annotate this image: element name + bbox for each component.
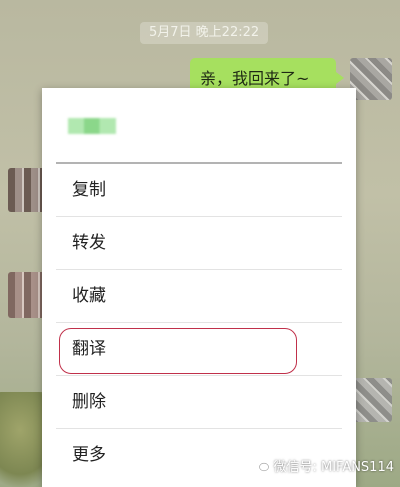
context-menu-header [42, 88, 356, 164]
chat-timestamp: 5月7日 晚上22:22 [140, 22, 269, 44]
menu-item-copy[interactable]: 复制 [56, 164, 342, 217]
wechat-logo-icon [253, 460, 270, 472]
menu-item-forward[interactable]: 转发 [56, 217, 342, 270]
menu-item-delete[interactable]: 删除 [56, 376, 342, 429]
my-avatar[interactable] [350, 58, 392, 100]
watermark: 微信号: MIFANS114 [253, 456, 394, 475]
contact-name-blurred [68, 118, 116, 134]
watermark-text: 微信号: MIFANS114 [273, 460, 394, 475]
my-avatar[interactable] [350, 378, 392, 422]
menu-item-translate[interactable]: 翻译 [56, 323, 342, 376]
menu-item-favorite[interactable]: 收藏 [56, 270, 342, 323]
message-context-menu: 复制 转发 收藏 翻译 删除 更多 [42, 88, 356, 487]
